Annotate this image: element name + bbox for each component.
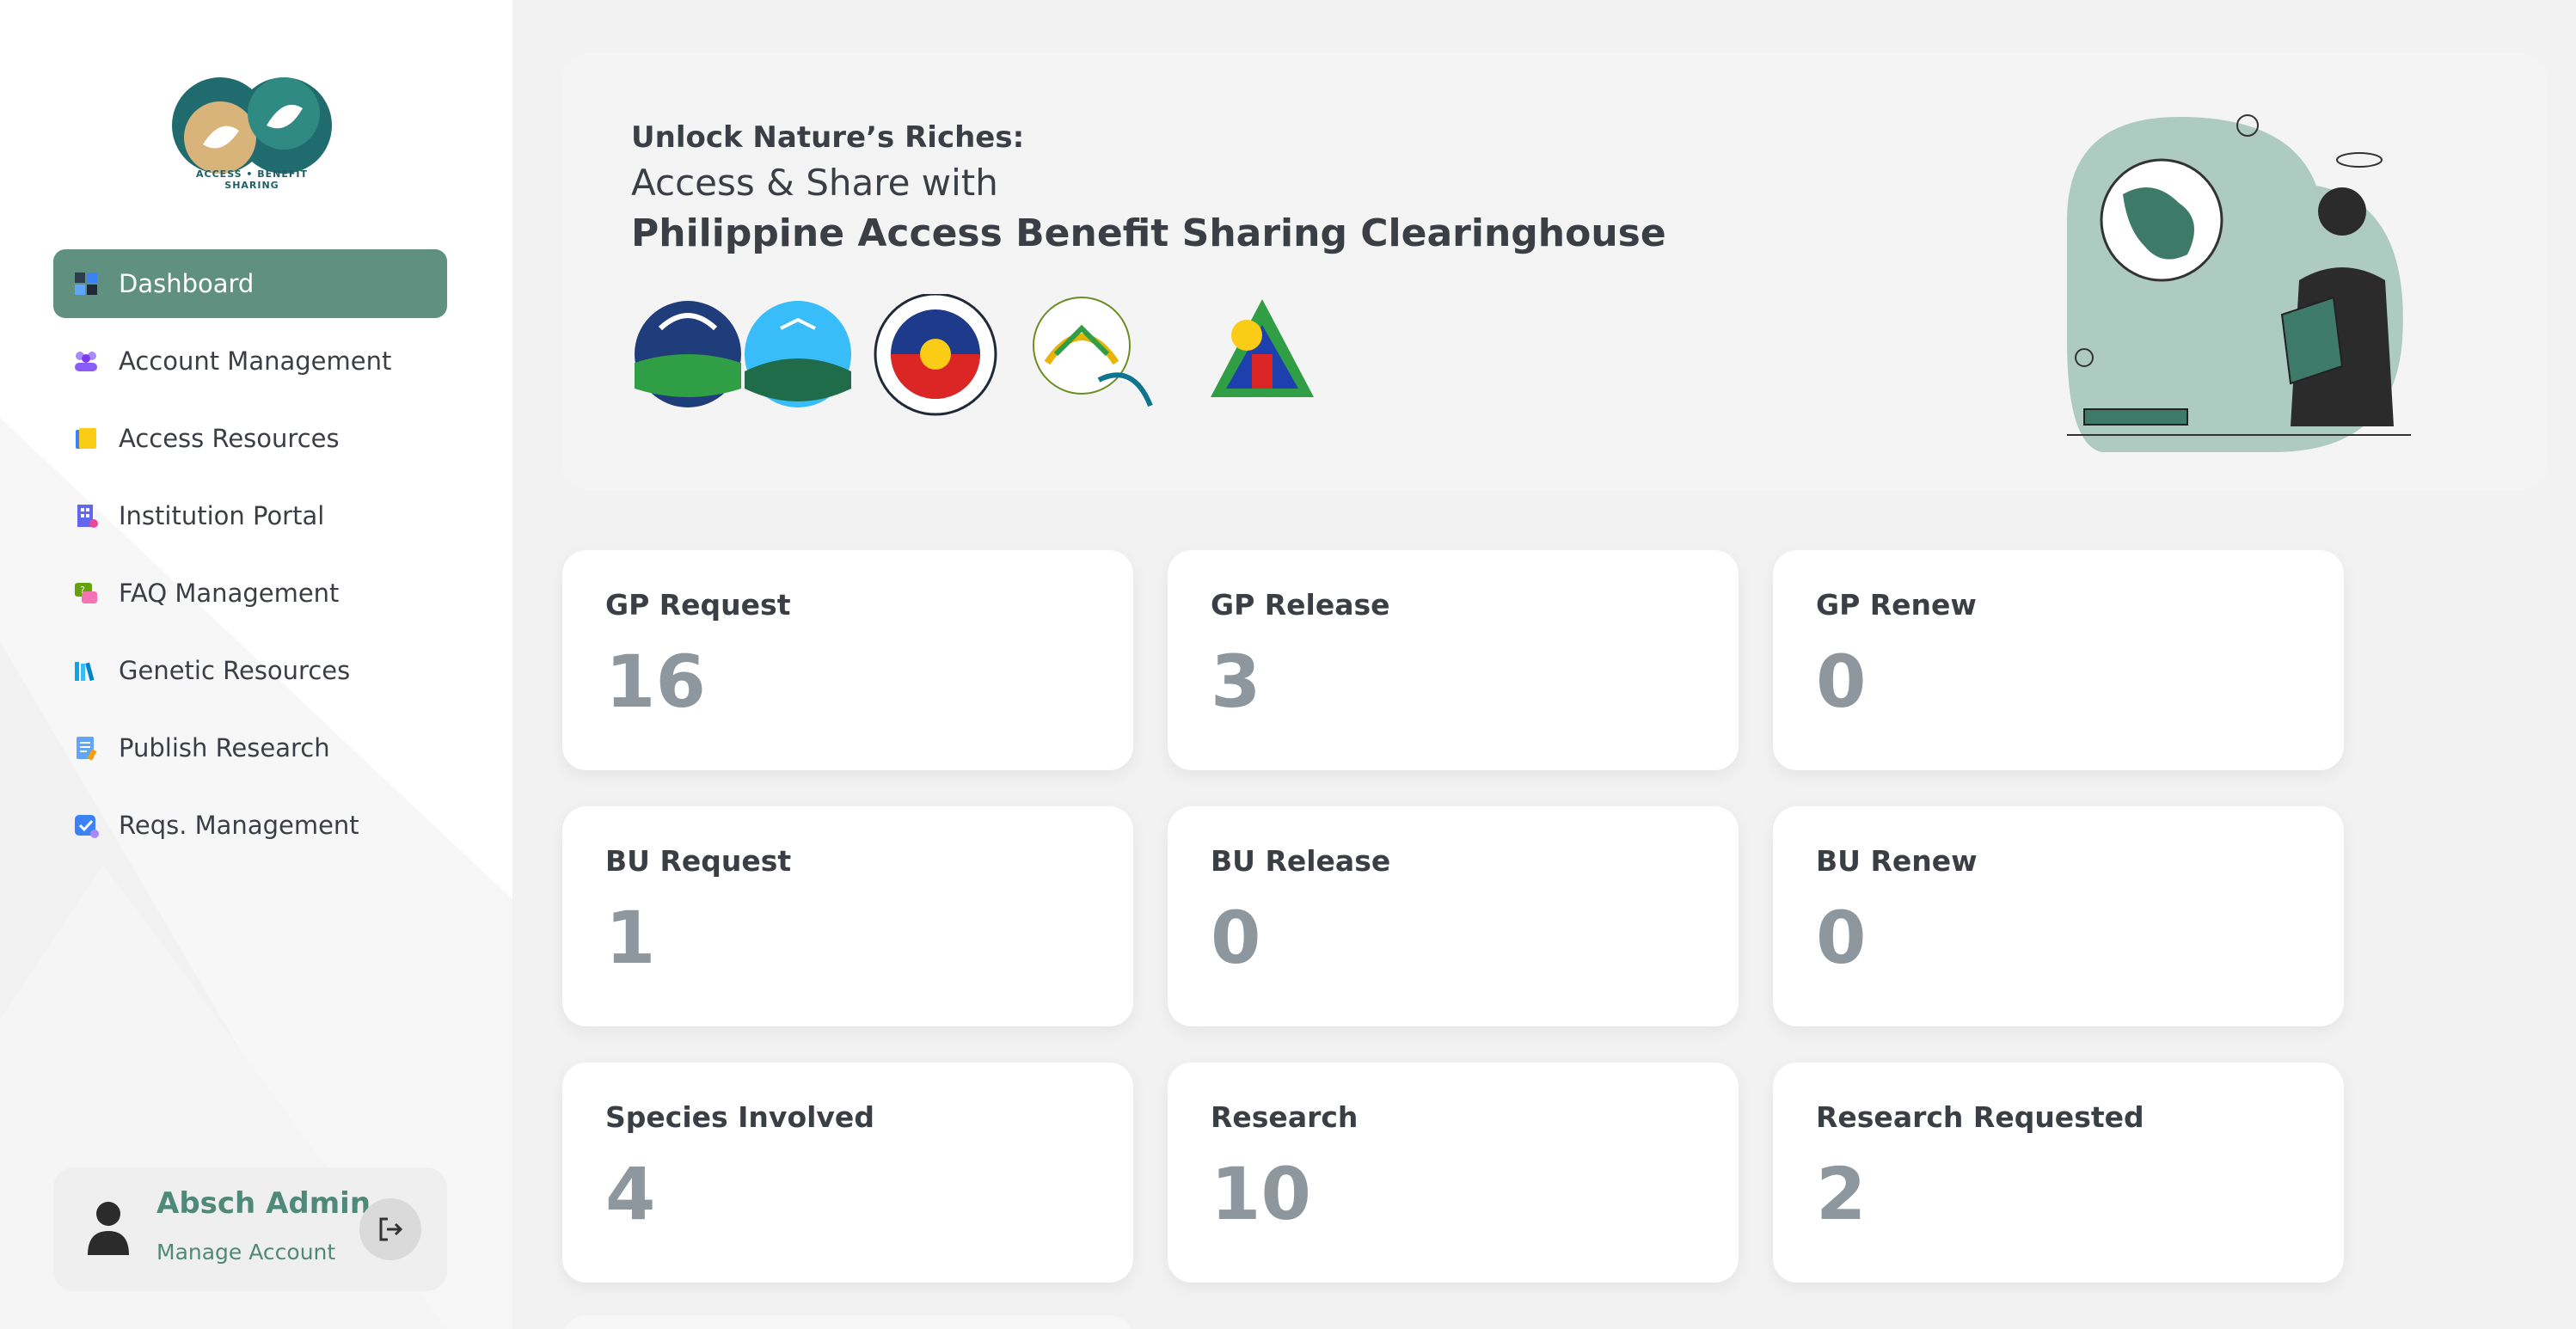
faq-icon: ?: [75, 583, 97, 603]
sidebar-item-reqs-management[interactable]: Reqs. Management: [53, 791, 447, 860]
sidebar-item-account-management[interactable]: Account Management: [53, 327, 447, 395]
profile-card: Absch Admin Manage Account: [53, 1167, 447, 1291]
sidebar-item-genetic-resources[interactable]: Genetic Resources: [53, 636, 447, 705]
main-content: Unlock Nature’s Riches: Access & Share w…: [512, 0, 2576, 1329]
banner-title-line2: Access & Share with: [631, 162, 998, 204]
sidebar-item-institution-portal[interactable]: Institution Portal: [53, 481, 447, 550]
sidebar-item-dashboard[interactable]: Dashboard: [53, 249, 447, 318]
building-icon: [77, 505, 98, 528]
sidebar-item-faq-management[interactable]: ? FAQ Management: [53, 559, 447, 628]
logout-icon: [379, 1217, 403, 1241]
sidebar-item-access-resources[interactable]: Access Resources: [53, 404, 447, 473]
users-icon: [75, 352, 97, 371]
sidebar-item-label: Dashboard: [119, 269, 255, 298]
bmb-seal-icon: [745, 301, 851, 407]
sidebar-item-publish-research[interactable]: Publish Research: [53, 713, 447, 782]
ncip-seal-icon: [874, 294, 997, 416]
sidebar-item-label: FAQ Management: [119, 579, 340, 608]
stat-card[interactable]: Research Requested 2: [1773, 1063, 2344, 1283]
stat-card-title: GP Request: [605, 588, 791, 622]
logo-caption: ACCESS • BENEFIT SHARING: [196, 168, 308, 191]
stat-card-title: Research: [1211, 1100, 1359, 1134]
sidebar-item-label: Institution Portal: [119, 501, 325, 530]
app-root: ACCESS • BENEFIT SHARING Dashboard Accou…: [0, 0, 2576, 1329]
ermb-seal-icon: [1211, 299, 1314, 397]
user-avatar-icon: [88, 1202, 129, 1255]
books-icon: [75, 662, 95, 682]
denr-seal-icon: [635, 301, 741, 407]
stat-card-partial: [562, 1315, 1133, 1329]
stat-card-value: 10: [1211, 1152, 1311, 1236]
stat-card-value: 16: [605, 640, 706, 724]
folder-icon: [76, 428, 96, 449]
sidebar-item-label: Reqs. Management: [119, 811, 359, 840]
stat-card-title: GP Release: [1211, 588, 1390, 622]
stat-card-value: 0: [1816, 896, 1867, 980]
profile-name: Absch Admin: [156, 1186, 371, 1221]
stat-card-title: Research Requested: [1816, 1100, 2144, 1134]
stat-card-title: BU Release: [1211, 844, 1391, 878]
sidebar-item-label: Access Resources: [119, 424, 340, 453]
da-seal-icon: [1033, 297, 1153, 407]
banner-title-line1: Unlock Nature’s Riches:: [631, 120, 1025, 155]
stat-card[interactable]: GP Release 3: [1168, 550, 1739, 770]
stat-card-title: GP Renew: [1816, 588, 1977, 622]
stat-card-value: 3: [1211, 640, 1261, 724]
stat-card[interactable]: Research 10: [1168, 1063, 1739, 1283]
stat-card[interactable]: GP Renew 0: [1773, 550, 2344, 770]
stat-card-title: BU Request: [605, 844, 792, 878]
stat-card[interactable]: BU Release 0: [1168, 806, 1739, 1026]
sidebar-item-label: Genetic Resources: [119, 656, 351, 685]
stat-card-value: 0: [1211, 896, 1261, 980]
agency-seals: [635, 294, 1314, 416]
document-icon: [77, 737, 97, 761]
banner-title-line3: Philippine Access Benefit Sharing Cleari…: [631, 211, 1666, 255]
checklist-icon: [75, 815, 99, 838]
sidebar: ACCESS • BENEFIT SHARING Dashboard Accou…: [0, 0, 512, 1329]
welcome-banner: Unlock Nature’s Riches: Access & Share w…: [562, 53, 2547, 490]
stat-card[interactable]: BU Renew 0: [1773, 806, 2344, 1026]
svg-text:?: ?: [80, 585, 85, 596]
stat-card-value: 0: [1816, 640, 1867, 724]
dashboard-icon: [75, 273, 97, 295]
stat-card-value: 4: [605, 1152, 656, 1236]
sidebar-nav: Dashboard Account Management Access Reso…: [53, 249, 447, 868]
stat-card[interactable]: Species Involved 4: [562, 1063, 1133, 1283]
stat-card[interactable]: GP Request 16: [562, 550, 1133, 770]
logout-button[interactable]: [359, 1198, 421, 1260]
stat-card-value: 2: [1816, 1152, 1867, 1236]
stat-card-value: 1: [605, 896, 656, 980]
stat-card-title: Species Involved: [605, 1100, 874, 1134]
stat-card-title: BU Renew: [1816, 844, 1978, 878]
stat-card[interactable]: BU Request 1: [562, 806, 1133, 1026]
sidebar-item-label: Publish Research: [119, 733, 330, 762]
sidebar-item-label: Account Management: [119, 346, 392, 376]
manage-account-link[interactable]: Manage Account: [156, 1240, 335, 1265]
reading-person-illustration: [2067, 114, 2411, 452]
